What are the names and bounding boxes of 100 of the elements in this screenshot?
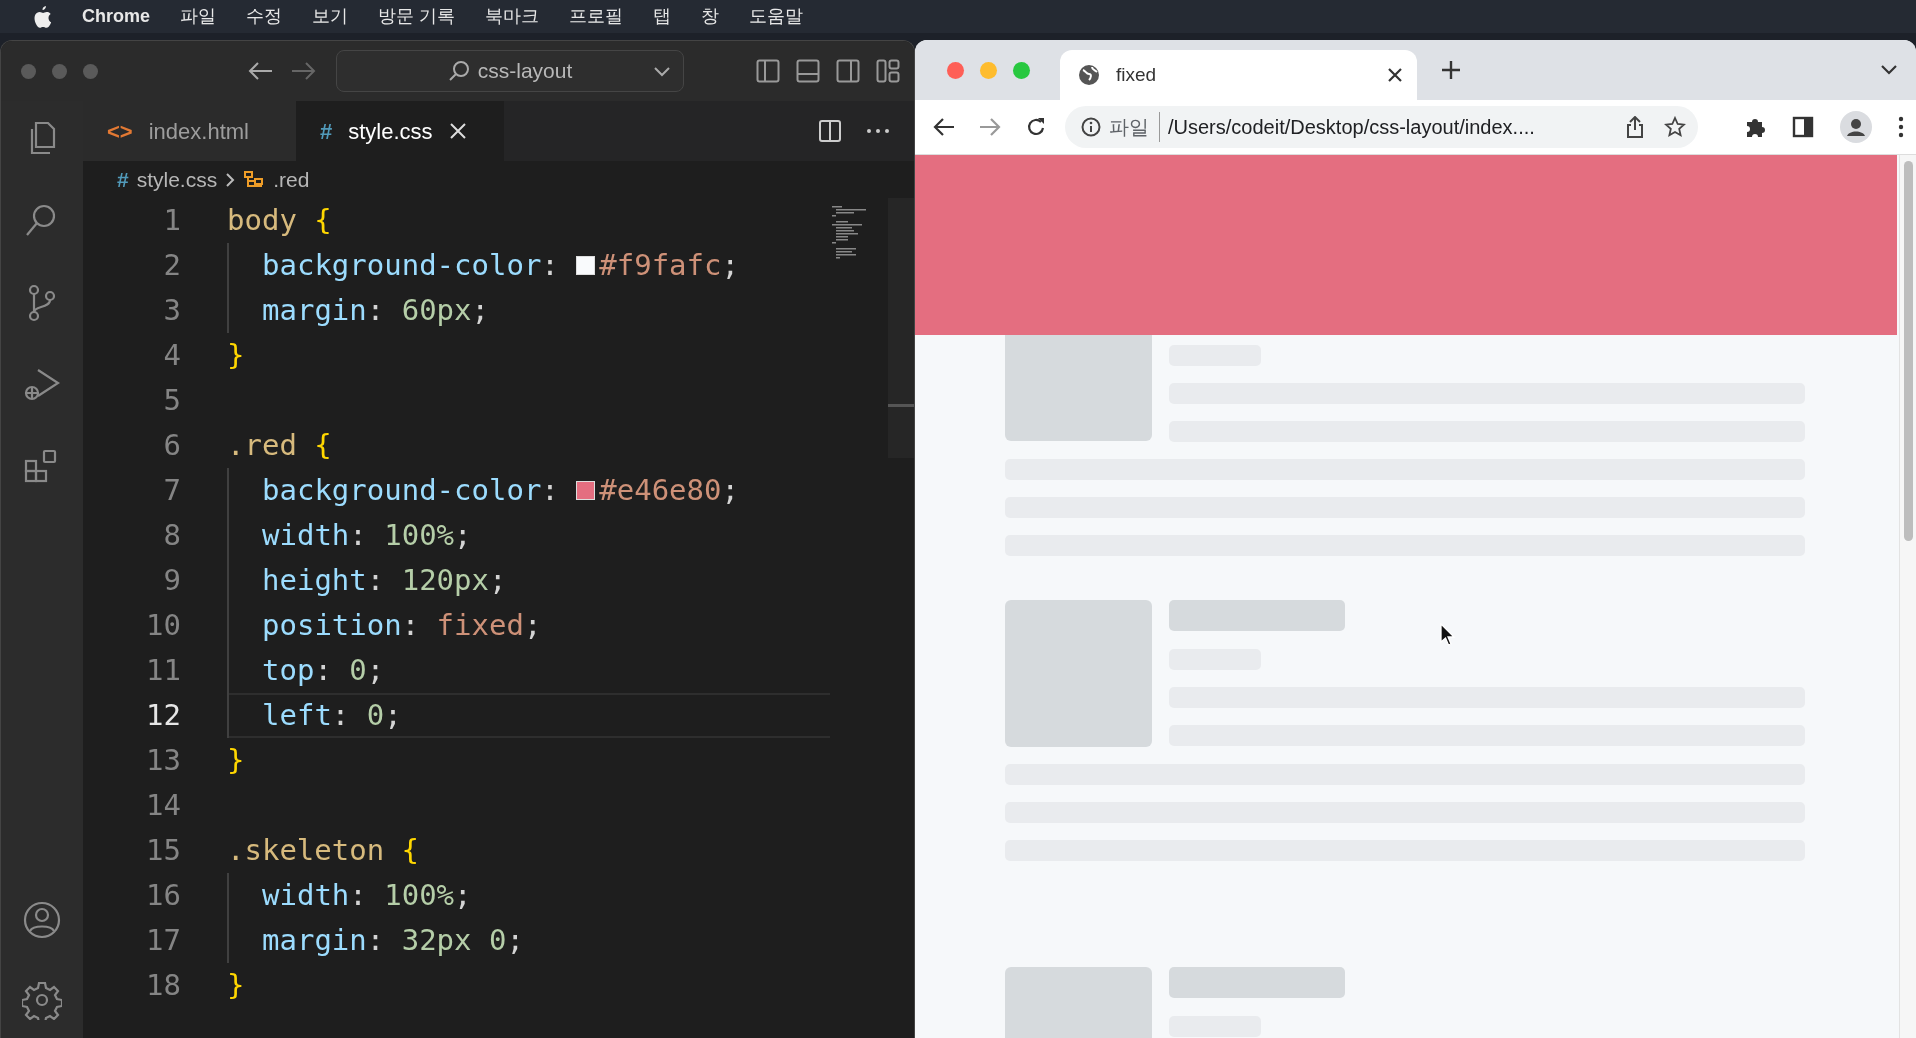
menu-item[interactable]: 북마크	[485, 3, 540, 30]
punctuation: :	[366, 562, 385, 599]
menu-item[interactable]: 방문 기록	[378, 3, 456, 30]
line-number: 6	[162, 427, 181, 464]
globe-icon	[1078, 64, 1100, 86]
more-menu-icon[interactable]	[1898, 116, 1904, 138]
address-bar[interactable]: 파일 /Users/codeit/Desktop/css-layout/index....	[1065, 106, 1698, 148]
punctuation: :	[401, 607, 420, 644]
info-icon	[1081, 117, 1101, 137]
forward-arrow-icon[interactable]	[290, 61, 316, 81]
menu-item[interactable]: 창	[701, 3, 720, 30]
punctuation: :	[366, 922, 385, 959]
punctuation: :	[541, 247, 559, 284]
editor-tab[interactable]: <> index.html	[83, 101, 296, 161]
chevron-right-icon	[225, 171, 236, 188]
punctuation: ;	[506, 922, 524, 959]
brace: }	[227, 742, 245, 779]
css-value: 100%	[384, 877, 455, 914]
back-arrow-icon[interactable]	[248, 61, 274, 81]
more-icon[interactable]	[866, 128, 890, 134]
css-property: background-color	[262, 472, 542, 509]
tab-label: style.css	[348, 117, 433, 146]
tab-title: fixed	[1116, 62, 1158, 87]
grid-layout-icon[interactable]	[876, 59, 900, 83]
file-type-icon: #	[117, 163, 129, 196]
mouse-cursor-icon	[1440, 623, 1456, 647]
apple-icon[interactable]	[32, 4, 52, 29]
brace: {	[314, 427, 332, 464]
search-field[interactable]: css-layout	[336, 50, 684, 92]
line-number: 14	[145, 787, 181, 824]
file-type-icon: <>	[107, 114, 133, 148]
url-scheme: 파일	[1109, 112, 1160, 142]
css-value: #f9fafc	[599, 247, 722, 284]
file-type-icon: #	[320, 114, 333, 148]
share-icon[interactable]	[1626, 116, 1644, 138]
punctuation: :	[541, 472, 559, 509]
punctuation: :	[331, 697, 350, 734]
css-selector: .red	[227, 427, 297, 464]
line-number: 17	[145, 922, 181, 959]
panel-layout-icon[interactable]	[796, 59, 820, 83]
line-number: 1	[162, 202, 181, 239]
punctuation: ;	[366, 652, 385, 689]
puzzle-piece-icon[interactable]	[1744, 116, 1766, 138]
brace: {	[401, 832, 420, 869]
punctuation: :	[366, 292, 385, 329]
side-panel-icon[interactable]	[1792, 116, 1814, 138]
menu-item[interactable]: 보기	[312, 3, 348, 30]
chevron-down-icon[interactable]	[1880, 64, 1898, 76]
star-icon[interactable]	[1664, 116, 1686, 138]
settings-icon[interactable]	[22, 980, 62, 1020]
css-property: margin	[262, 292, 367, 329]
chevron-down-icon	[653, 66, 671, 78]
account-icon[interactable]	[22, 900, 62, 940]
css-property: background-color	[262, 247, 542, 284]
menu-item[interactable]: 프로필	[569, 3, 624, 30]
menu-item[interactable]: 탭	[653, 3, 672, 30]
split-editor-icon[interactable]	[818, 119, 842, 143]
close-icon[interactable]	[1387, 67, 1403, 83]
new-tab-icon[interactable]	[1441, 60, 1461, 80]
editor-tab[interactable]: # style.css	[296, 101, 504, 161]
search-icon	[447, 60, 470, 82]
menu-item[interactable]: 수정	[246, 3, 282, 30]
breadcrumb-item[interactable]: style.css	[136, 163, 218, 196]
punctuation: ;	[721, 472, 739, 509]
css-property: left	[262, 697, 332, 734]
line-number: 8	[162, 517, 181, 554]
back-arrow-icon[interactable]	[933, 117, 955, 137]
css-selector: body	[227, 202, 297, 239]
menu-item[interactable]: 도움말	[749, 3, 804, 30]
forward-arrow-icon[interactable]	[979, 117, 1001, 137]
brace: }	[227, 967, 245, 1004]
css-selector: .skeleton	[227, 832, 385, 869]
browser-tab[interactable]: fixed	[1060, 50, 1417, 100]
reload-icon[interactable]	[1025, 116, 1047, 138]
css-property: height	[262, 562, 367, 599]
punctuation: ;	[471, 292, 489, 329]
app-name-menu[interactable]: Chrome	[82, 3, 150, 30]
css-property: width	[262, 877, 350, 914]
punctuation: ;	[454, 877, 472, 914]
color-swatch[interactable]	[576, 481, 596, 500]
sidebar-layout-icon[interactable]	[756, 59, 780, 83]
scrollbar[interactable]	[888, 198, 914, 458]
menu-item[interactable]: 파일	[180, 3, 216, 30]
css-value: fixed	[436, 607, 524, 644]
sidebar-layout-icon[interactable]	[836, 59, 860, 83]
punctuation: :	[314, 652, 332, 689]
css-value: 0	[366, 697, 385, 734]
line-number: 16	[145, 877, 181, 914]
line-number: 12	[145, 697, 181, 734]
line-number: 7	[162, 472, 181, 509]
brace: }	[227, 337, 245, 374]
scrollbar[interactable]	[1899, 155, 1916, 1038]
breadcrumb-item[interactable]: .red	[273, 163, 310, 196]
profile-avatar-icon[interactable]	[1840, 111, 1872, 143]
line-number: 10	[145, 607, 181, 644]
color-swatch[interactable]	[576, 256, 596, 275]
css-property: position	[262, 607, 402, 644]
punctuation: ;	[454, 517, 472, 554]
line-number: 2	[162, 247, 181, 284]
line-number: 15	[145, 832, 181, 869]
